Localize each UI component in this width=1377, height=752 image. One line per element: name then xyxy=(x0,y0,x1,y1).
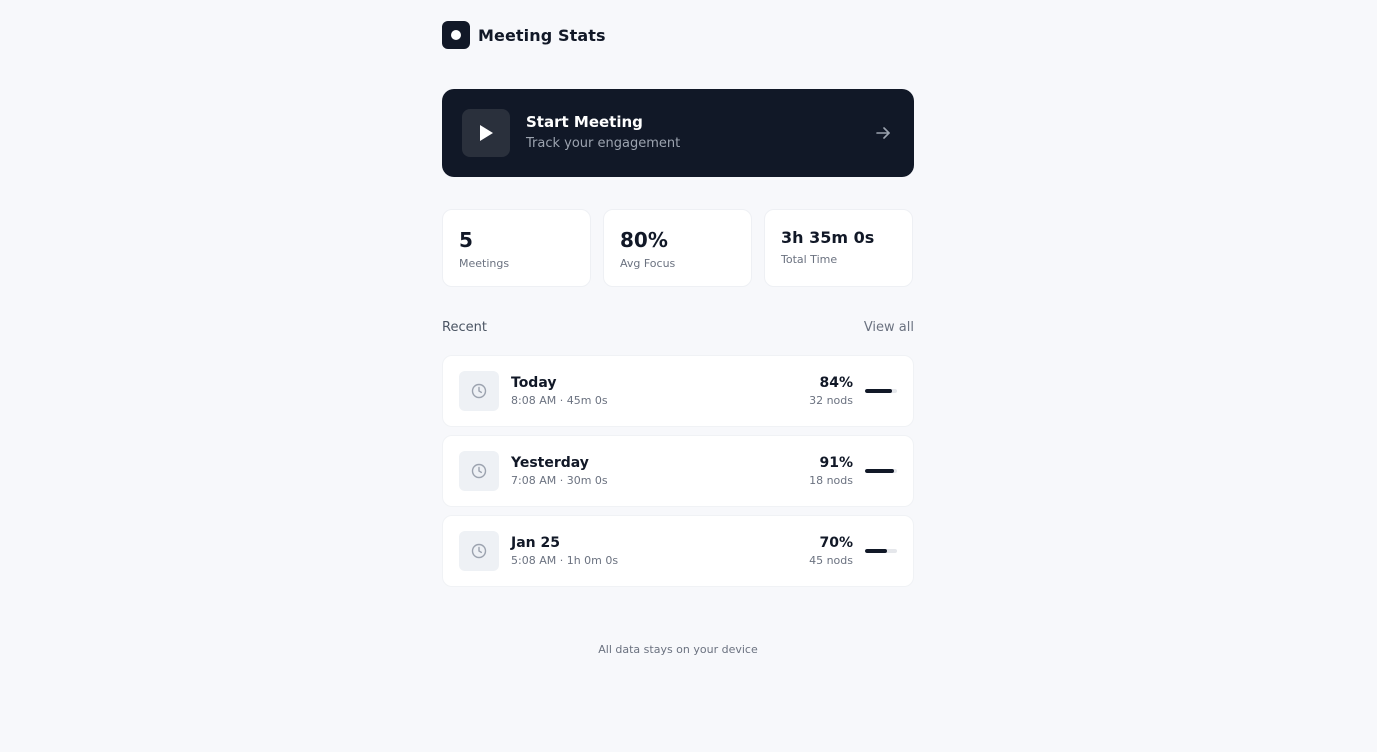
focus-bar xyxy=(865,549,897,553)
stat-label: Avg Focus xyxy=(620,257,676,270)
meeting-details: 7:08 AM · 30m 0s xyxy=(511,474,608,487)
clock-icon xyxy=(459,531,499,571)
focus-percent: 91% xyxy=(819,455,853,471)
stat-card-avg-focus: 80% Avg Focus xyxy=(603,209,752,287)
recent-header: Recent View all xyxy=(442,320,914,335)
stat-value: 5 xyxy=(459,228,473,252)
logo-icon xyxy=(442,21,470,49)
focus-bar xyxy=(865,389,897,393)
meeting-title: Today xyxy=(511,375,557,391)
start-meeting-title: Start Meeting xyxy=(526,112,643,131)
stats-row: 5 Meetings 80% Avg Focus 3h 35m 0s Total… xyxy=(442,209,914,287)
list-item[interactable]: Jan 25 5:08 AM · 1h 0m 0s 70% 45 nods xyxy=(442,515,914,587)
recent-title: Recent xyxy=(442,320,487,335)
recent-list: Today 8:08 AM · 45m 0s 84% 32 nods Yeste… xyxy=(442,355,914,595)
focus-bar-fill xyxy=(865,389,892,393)
focus-bar-fill xyxy=(865,469,895,473)
meeting-title: Jan 25 xyxy=(511,535,560,551)
nods-count: 32 nods xyxy=(809,394,853,407)
nods-count: 18 nods xyxy=(809,474,853,487)
focus-bar xyxy=(865,469,897,473)
list-item[interactable]: Yesterday 7:08 AM · 30m 0s 91% 18 nods xyxy=(442,435,914,507)
arrow-right-icon xyxy=(872,122,894,144)
focus-percent: 84% xyxy=(819,375,853,391)
stat-label: Total Time xyxy=(781,253,838,266)
play-icon xyxy=(462,109,510,157)
stat-value: 3h 35m 0s xyxy=(781,228,875,247)
stat-label: Meetings xyxy=(459,257,510,270)
start-meeting-subtitle: Track your engagement xyxy=(526,135,681,151)
focus-percent: 70% xyxy=(819,535,853,551)
clock-icon xyxy=(459,451,499,491)
meeting-details: 5:08 AM · 1h 0m 0s xyxy=(511,554,619,567)
stat-card-total-time: 3h 35m 0s Total Time xyxy=(764,209,913,287)
meeting-title: Yesterday xyxy=(511,455,589,471)
clock-icon xyxy=(459,371,499,411)
stat-value: 80% xyxy=(620,228,668,252)
stat-card-meetings: 5 Meetings xyxy=(442,209,591,287)
list-item[interactable]: Today 8:08 AM · 45m 0s 84% 32 nods xyxy=(442,355,914,427)
focus-bar-fill xyxy=(865,549,888,553)
header: Meeting Stats xyxy=(442,21,606,49)
view-all-link[interactable]: View all xyxy=(864,320,914,335)
nods-count: 45 nods xyxy=(809,554,853,567)
meeting-details: 8:08 AM · 45m 0s xyxy=(511,394,608,407)
privacy-note: All data stays on your device xyxy=(598,643,758,656)
start-meeting-button[interactable]: Start Meeting Track your engagement xyxy=(442,89,914,177)
app-title: Meeting Stats xyxy=(478,25,606,45)
